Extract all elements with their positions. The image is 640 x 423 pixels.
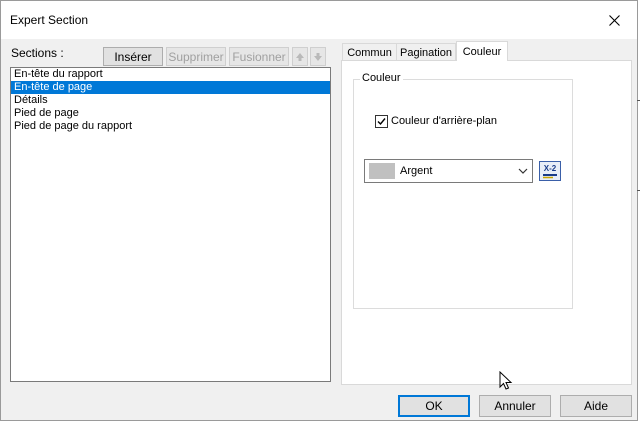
- mouse-cursor-icon: [499, 371, 513, 390]
- delete-button[interactable]: Supprimer: [166, 47, 226, 66]
- formula-icon-text: X-2: [544, 164, 557, 173]
- background-color-checkbox[interactable]: [375, 115, 388, 128]
- color-swatch: [369, 163, 395, 179]
- color-select-value: Argent: [400, 165, 433, 177]
- tab-couleur[interactable]: Couleur: [456, 41, 508, 61]
- help-button[interactable]: Aide: [560, 395, 632, 417]
- checkmark-icon: [377, 118, 386, 126]
- window-title: Expert Section: [10, 13, 89, 27]
- cancel-button[interactable]: Annuler: [479, 395, 551, 417]
- formula-icon: X-2: [539, 161, 561, 181]
- color-select[interactable]: Argent: [364, 159, 533, 183]
- title-bar: Expert Section: [1, 1, 637, 39]
- formula-button[interactable]: X-2: [539, 161, 561, 181]
- background-color-label[interactable]: Couleur d'arrière-plan: [391, 115, 497, 127]
- close-button[interactable]: [591, 1, 637, 39]
- arrow-down-icon: [314, 52, 322, 61]
- list-item-page-footer[interactable]: Pied de page: [11, 107, 330, 120]
- sections-label: Sections :: [11, 46, 64, 60]
- tab-pagination[interactable]: Pagination: [396, 43, 456, 61]
- arrow-up-icon: [296, 52, 304, 61]
- move-down-button[interactable]: [310, 47, 326, 66]
- list-item-report-footer[interactable]: Pied de page du rapport: [11, 120, 330, 133]
- insert-button[interactable]: Insérer: [103, 47, 163, 66]
- move-up-button[interactable]: [292, 47, 308, 66]
- sections-list[interactable]: En-tête du rapport En-tête de page Détai…: [10, 67, 331, 382]
- color-group-box: [353, 79, 573, 309]
- list-item-page-header[interactable]: En-tête de page: [11, 81, 330, 94]
- list-item-report-header[interactable]: En-tête du rapport: [11, 68, 330, 81]
- chevron-down-icon: [518, 168, 528, 174]
- tab-commun[interactable]: Commun: [342, 43, 397, 61]
- merge-button[interactable]: Fusionner: [229, 47, 289, 66]
- ok-button[interactable]: OK: [398, 395, 470, 417]
- close-icon: [608, 14, 620, 26]
- list-item-details[interactable]: Détails: [11, 94, 330, 107]
- color-group-title: Couleur: [360, 72, 403, 84]
